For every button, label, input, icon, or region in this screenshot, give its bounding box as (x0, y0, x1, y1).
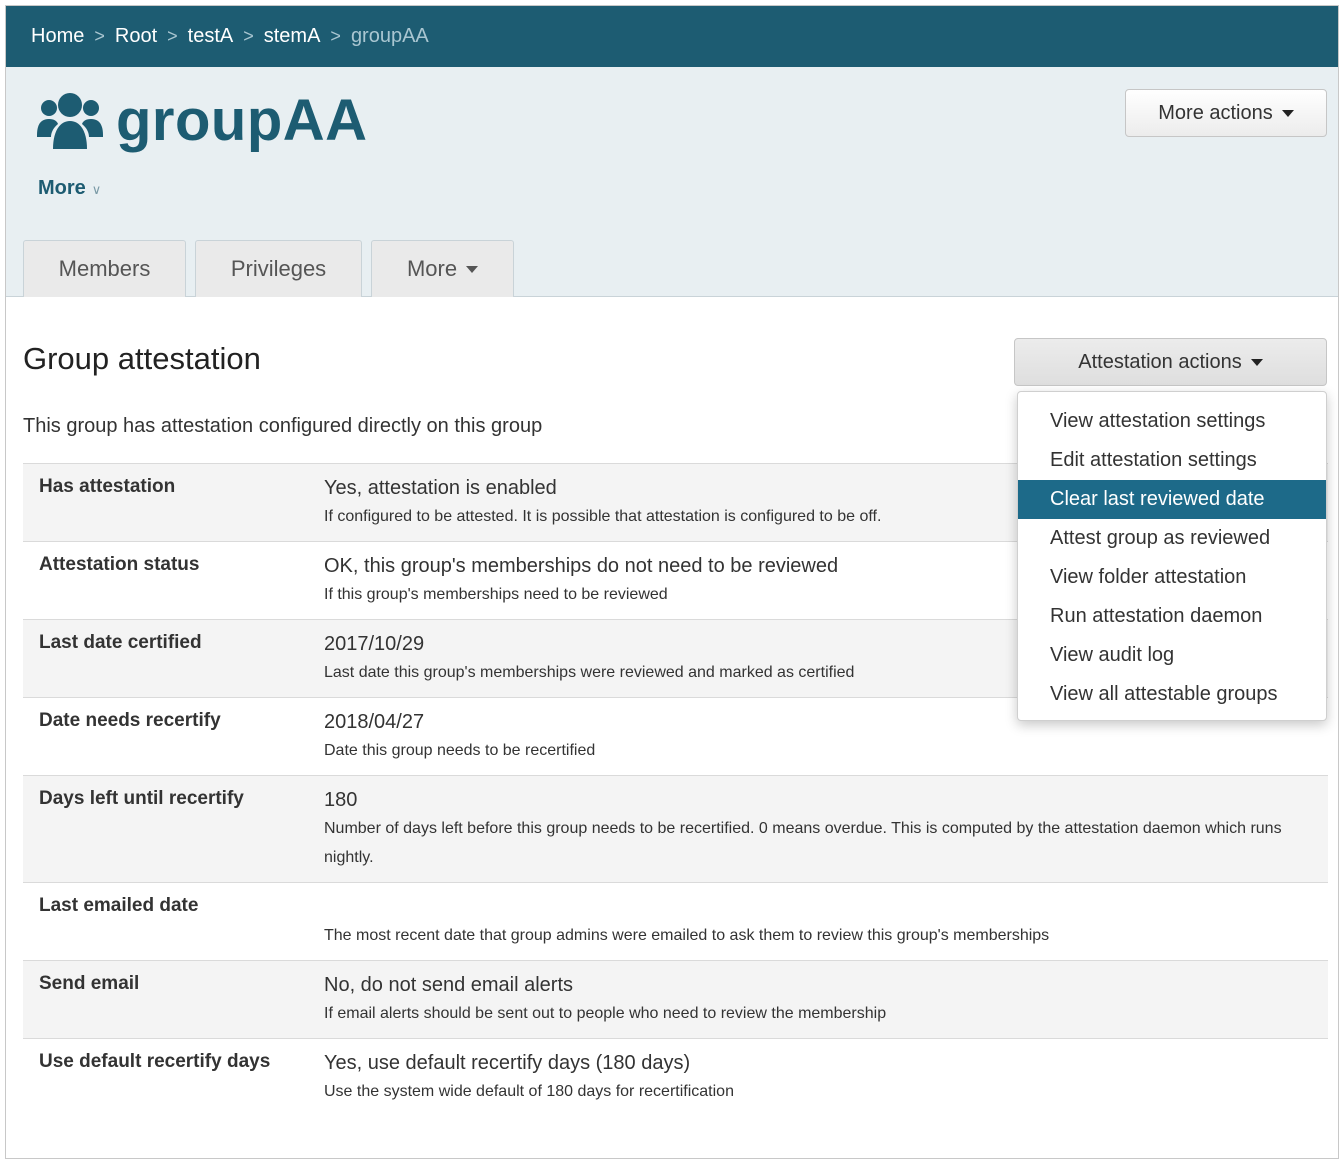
group-header: groupAA More ∨ More actions Members Privi… (6, 67, 1338, 297)
breadcrumb-separator: > (94, 26, 105, 46)
row-value-cell: No, do not send email alerts If email al… (307, 960, 1328, 1039)
row-value: Yes, use default recertify days (180 day… (324, 1052, 691, 1074)
tab-more[interactable]: More (371, 240, 514, 297)
more-actions-label: More actions (1158, 101, 1273, 124)
row-value (324, 895, 1328, 919)
caret-down-icon (1250, 358, 1263, 366)
tab-label: More (406, 256, 458, 281)
table-row: Send email No, do not send email alerts … (23, 960, 1328, 1039)
row-value-cell: Yes, use default recertify days (180 day… (307, 1038, 1328, 1116)
row-description: Number of days left before this group ne… (324, 820, 1282, 866)
row-description: The most recent date that group admins w… (324, 927, 1050, 944)
caret-down-icon (466, 265, 479, 273)
row-value-cell: 180 Number of days left before this grou… (307, 775, 1328, 883)
menu-item-view-attestation-settings[interactable]: View attestation settings (1018, 402, 1326, 441)
menu-item-clear-last-reviewed-date[interactable]: Clear last reviewed date (1018, 480, 1326, 519)
row-label: Days left until recertify (23, 775, 307, 883)
row-label: Date needs recertify (23, 697, 307, 776)
tab-label: Members (58, 256, 151, 281)
row-label: Send email (23, 960, 307, 1039)
users-group-icon (37, 92, 103, 149)
section-title: Group attestation (23, 341, 261, 376)
tab-privileges[interactable]: Privileges (195, 240, 362, 297)
tab-members[interactable]: Members (23, 240, 186, 297)
menu-item-run-attestation-daemon[interactable]: Run attestation daemon (1018, 597, 1326, 636)
breadcrumb-current: groupAA (350, 25, 429, 47)
menu-item-view-audit-log[interactable]: View audit log (1018, 636, 1326, 675)
breadcrumb-stema[interactable]: stemA (264, 25, 321, 48)
app-frame: Home > Root > testA > stemA > groupAA gr… (5, 5, 1339, 1159)
attestation-actions-button[interactable]: Attestation actions (1014, 338, 1327, 386)
more-menu-toggle[interactable]: More ∨ (38, 177, 101, 200)
breadcrumb-testa[interactable]: testA (188, 25, 234, 48)
menu-item-edit-attestation-settings[interactable]: Edit attestation settings (1018, 441, 1326, 480)
chevron-down-icon: ∨ (91, 182, 102, 197)
table-row: Use default recertify days Yes, use defa… (23, 1038, 1328, 1116)
row-label: Attestation status (23, 541, 307, 620)
more-label: More (38, 177, 86, 199)
breadcrumb-separator: > (167, 26, 178, 46)
row-label: Has attestation (23, 463, 307, 542)
menu-item-view-all-attestable-groups[interactable]: View all attestable groups (1018, 675, 1326, 714)
breadcrumb-separator: > (330, 26, 341, 46)
row-label: Last emailed date (23, 882, 307, 961)
intro-text: This group has attestation configured di… (23, 415, 543, 437)
more-actions-button[interactable]: More actions (1125, 89, 1327, 137)
table-row: Days left until recertify 180 Number of … (23, 775, 1328, 883)
tab-label: Privileges (230, 256, 327, 281)
page-title: groupAA (116, 88, 368, 153)
menu-item-attest-group-as-reviewed[interactable]: Attest group as reviewed (1018, 519, 1326, 558)
caret-down-icon (1281, 109, 1294, 117)
breadcrumb-separator: > (243, 26, 254, 46)
row-description: If email alerts should be sent out to pe… (324, 1005, 887, 1022)
title-row: groupAA (36, 87, 368, 154)
breadcrumb: Home > Root > testA > stemA > groupAA (6, 6, 1338, 67)
row-value: No, do not send email alerts (324, 974, 574, 996)
breadcrumb-home[interactable]: Home (31, 25, 84, 48)
row-value-cell: The most recent date that group admins w… (307, 882, 1328, 961)
row-description: Use the system wide default of 180 days … (324, 1083, 734, 1100)
table-row: Last emailed date The most recent date t… (23, 882, 1328, 961)
row-label: Last date certified (23, 619, 307, 698)
menu-item-view-folder-attestation[interactable]: View folder attestation (1018, 558, 1326, 597)
row-value: 180 (324, 789, 358, 811)
breadcrumb-root[interactable]: Root (115, 25, 157, 48)
attestation-actions-menu: View attestation settings Edit attestati… (1017, 391, 1327, 721)
row-label: Use default recertify days (23, 1038, 307, 1116)
tab-bar: Members Privileges More (23, 240, 523, 297)
row-description: Date this group needs to be recertified (324, 742, 596, 759)
attestation-actions-label: Attestation actions (1078, 350, 1242, 373)
